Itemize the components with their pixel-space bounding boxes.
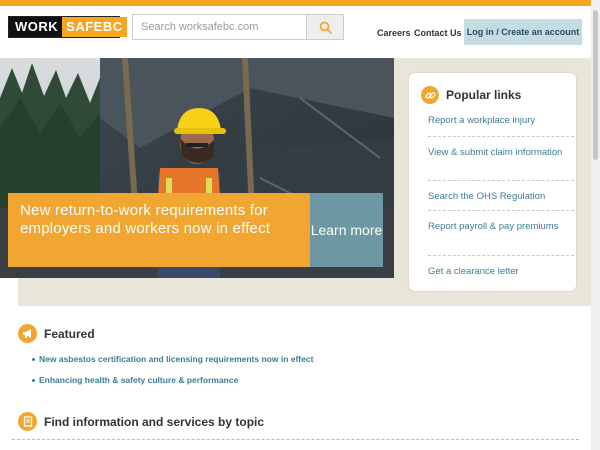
search-box [132, 14, 344, 40]
site-header: WORK SAFEBC Careers Contact Us Log in / … [0, 6, 600, 58]
popular-links-title: Popular links [446, 88, 522, 102]
worksafebc-logo[interactable]: WORK SAFEBC [8, 16, 127, 38]
popular-links-panel: Popular links Report a workplace injury … [409, 73, 576, 291]
search-input[interactable] [133, 15, 306, 39]
megaphone-icon [23, 329, 31, 338]
document-icon-badge [18, 412, 37, 431]
search-button[interactable] [306, 15, 343, 39]
topics-title: Find information and services by topic [44, 414, 265, 429]
popular-links-list: Report a workplace injury View & submit … [428, 114, 574, 278]
megaphone-icon-badge [18, 324, 37, 343]
popular-links-header: Popular links [421, 85, 521, 105]
link-icon [424, 91, 435, 99]
featured-header: Featured [18, 324, 95, 343]
nav-careers-link[interactable]: Careers [377, 28, 411, 38]
learn-more-button[interactable]: Learn more [310, 193, 383, 267]
scrollbar-thumb[interactable] [593, 10, 598, 160]
search-icon [319, 21, 332, 34]
popular-link-report-injury[interactable]: Report a workplace injury [428, 114, 574, 137]
nav-contact-link[interactable]: Contact Us [414, 28, 462, 38]
topics-header: Find information and services by topic [18, 412, 264, 431]
featured-item-asbestos[interactable]: New asbestos certification and licensing… [32, 349, 313, 370]
popular-link-clearance[interactable]: Get a clearance letter [428, 256, 574, 278]
popular-link-payroll[interactable]: Report payroll & pay premiums [428, 211, 574, 256]
featured-list: New asbestos certification and licensing… [32, 349, 313, 391]
popular-link-claim-info[interactable]: View & submit claim information [428, 137, 574, 181]
document-icon [23, 416, 32, 427]
featured-item-safety-culture[interactable]: Enhancing health & safety culture & perf… [32, 370, 313, 391]
hero-headline[interactable]: New return-to-work requirements for empl… [8, 193, 310, 267]
page-scrollbar[interactable] [591, 0, 600, 450]
featured-title: Featured [44, 326, 95, 341]
popular-link-ohs-regulation[interactable]: Search the OHS Regulation [428, 181, 574, 211]
login-button[interactable]: Log in / Create an account [464, 19, 582, 45]
link-icon-badge [421, 86, 439, 104]
section-divider [12, 439, 579, 440]
